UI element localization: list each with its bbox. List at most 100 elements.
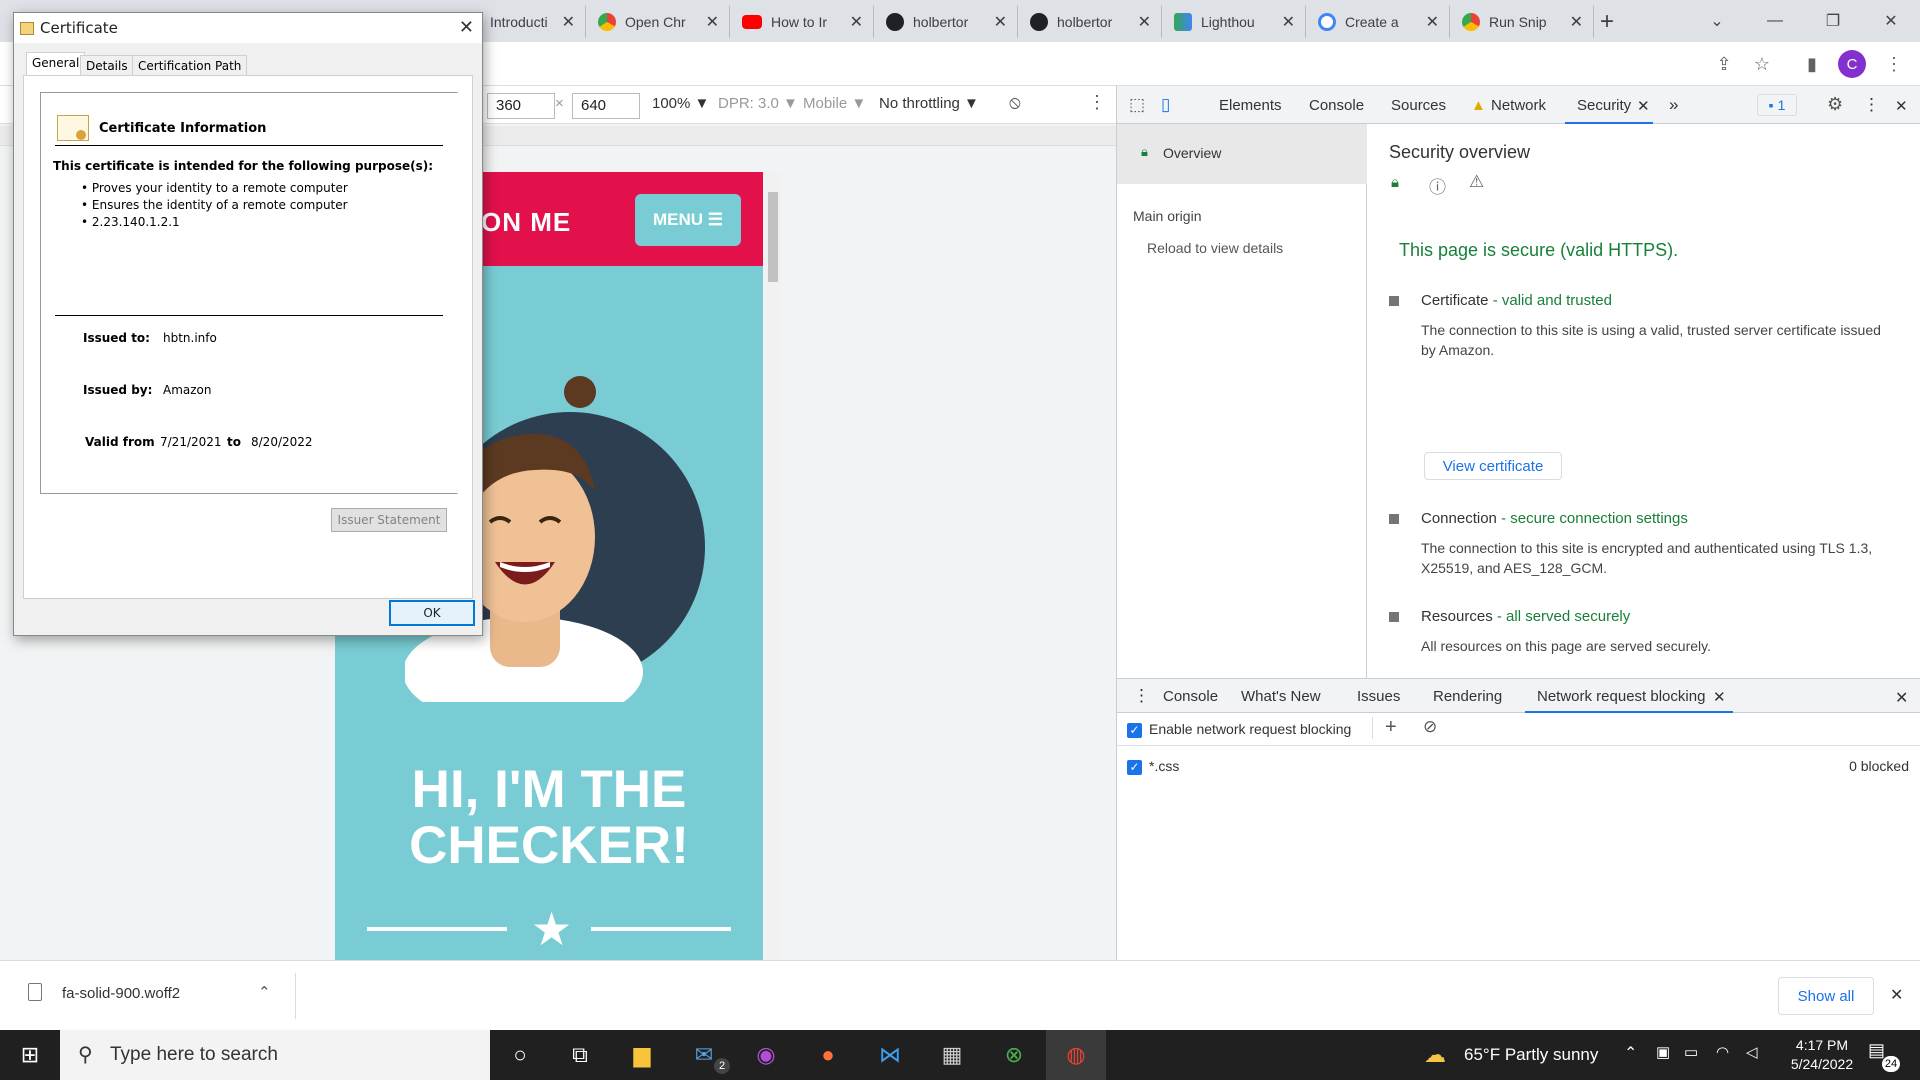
clock[interactable]: 4:17 PM 5/24/2022 xyxy=(1774,1036,1870,1074)
new-tab-icon[interactable]: + xyxy=(1600,8,1614,36)
blocking-pattern[interactable]: *.css xyxy=(1149,758,1179,774)
scroll-thumb[interactable] xyxy=(768,192,778,282)
clear-patterns-icon[interactable]: ⊘ xyxy=(1423,717,1437,737)
tab-search-icon[interactable]: ⌄ xyxy=(1688,0,1746,42)
close-tab-icon[interactable]: ✕ xyxy=(1426,12,1439,32)
browser-tab[interactable]: Run Snip ✕ xyxy=(1452,6,1594,38)
browser-tab[interactable]: Introducti ✕ xyxy=(480,6,586,38)
close-drawer-icon[interactable]: ✕ xyxy=(1895,688,1908,708)
drawer-tab-console[interactable]: Console xyxy=(1163,688,1218,705)
browser-tab[interactable]: Open Chr ✕ xyxy=(588,6,730,38)
firefox-icon[interactable]: ● xyxy=(798,1030,858,1080)
close-tab-icon[interactable]: ✕ xyxy=(1282,12,1295,32)
close-dialog-icon[interactable]: ✕ xyxy=(459,17,474,38)
connection-status[interactable]: - secure connection settings xyxy=(1501,510,1688,527)
device-height-input[interactable]: 640 xyxy=(572,93,640,119)
issuer-statement-button[interactable]: Issuer Statement xyxy=(331,508,447,532)
zoom-dropdown[interactable]: 100% ▼ xyxy=(652,95,709,112)
download-filename[interactable]: fa-solid-900.woff2 xyxy=(62,985,180,1002)
tab-console[interactable]: Console xyxy=(1309,97,1364,114)
device-mode-dropdown[interactable]: Mobile ▼ xyxy=(803,95,866,112)
dpr-dropdown[interactable]: DPR: 3.0 ▼ xyxy=(718,95,798,112)
windows-start-icon[interactable]: ⊞ xyxy=(0,1030,60,1080)
tab-details[interactable]: Details xyxy=(80,55,134,75)
tab-network[interactable]: Network xyxy=(1491,97,1546,114)
close-tab-icon[interactable]: ✕ xyxy=(1570,12,1583,32)
rotate-icon[interactable]: ⦸ xyxy=(1009,92,1021,113)
restore-icon[interactable]: ❐ xyxy=(1804,0,1862,42)
drawer-tab-issues[interactable]: Issues xyxy=(1357,688,1400,705)
page-scrollbar[interactable] xyxy=(765,172,781,960)
share-icon[interactable]: ⇪ xyxy=(1712,52,1736,76)
show-hidden-icons[interactable]: ⌃ xyxy=(1624,1043,1637,1063)
side-panel-icon[interactable]: ▮ xyxy=(1800,52,1824,76)
devtools-menu-icon[interactable]: ⋮ xyxy=(1863,95,1880,115)
device-more-icon[interactable]: ⋮ xyxy=(1088,92,1106,113)
taskbar-search[interactable]: ⚲ Type here to search xyxy=(60,1030,490,1080)
more-menu-icon[interactable]: ⋮ xyxy=(1882,52,1906,76)
enable-blocking-checkbox[interactable]: ✓ xyxy=(1127,723,1142,738)
close-tab-icon[interactable]: ✕ xyxy=(562,12,575,32)
browser-tab[interactable]: holbertor ✕ xyxy=(876,6,1018,38)
notifications-icon[interactable]: ▤ xyxy=(1868,1040,1885,1061)
ok-button[interactable]: OK xyxy=(389,600,475,626)
settings-gear-icon[interactable]: ⚙ xyxy=(1827,94,1843,115)
close-drawer-tab-icon[interactable]: ✕ xyxy=(1713,688,1726,706)
close-download-bar-icon[interactable]: ✕ xyxy=(1890,985,1903,1005)
throttling-dropdown[interactable]: No throttling ▼ xyxy=(879,95,979,112)
drawer-tab-rendering[interactable]: Rendering xyxy=(1433,688,1502,705)
drawer-tab-whats-new[interactable]: What's New xyxy=(1241,688,1321,705)
issues-counter[interactable]: ▪ 1 xyxy=(1757,94,1797,116)
warning-icon[interactable]: ⚠ xyxy=(1469,172,1484,192)
bookmark-star-icon[interactable]: ☆ xyxy=(1750,52,1774,76)
pattern-checkbox[interactable]: ✓ xyxy=(1127,760,1142,775)
chrome-taskbar-icon[interactable]: ◍ xyxy=(1046,1030,1106,1080)
cortana-icon[interactable]: ○ xyxy=(490,1030,550,1080)
close-tab-icon[interactable]: ✕ xyxy=(1637,97,1650,115)
chevron-up-icon[interactable]: ⌃ xyxy=(258,983,271,1001)
task-view-icon[interactable]: ⧉ xyxy=(550,1030,610,1080)
profile-avatar[interactable]: C xyxy=(1838,50,1866,78)
device-width-input[interactable]: 360 xyxy=(487,93,555,119)
view-certificate-button[interactable]: View certificate xyxy=(1424,452,1562,480)
vscode-icon[interactable]: ⋈ xyxy=(860,1030,920,1080)
tab-certification-path[interactable]: Certification Path xyxy=(132,55,248,75)
file-explorer-icon[interactable]: ▆ xyxy=(612,1030,672,1080)
volume-icon[interactable]: ◁ xyxy=(1746,1043,1758,1061)
browser-tab[interactable]: Lighthou ✕ xyxy=(1164,6,1306,38)
add-pattern-icon[interactable]: + xyxy=(1385,716,1397,739)
drawer-menu-icon[interactable]: ⋮ xyxy=(1133,686,1150,706)
wifi-icon[interactable]: ◠ xyxy=(1716,1043,1729,1061)
xbox-icon[interactable]: ⊗ xyxy=(984,1030,1044,1080)
weather-text[interactable]: 65°F Partly sunny xyxy=(1464,1045,1598,1065)
close-tab-icon[interactable]: ✕ xyxy=(994,12,1007,32)
close-tab-icon[interactable]: ✕ xyxy=(850,12,863,32)
tab-elements[interactable]: Elements xyxy=(1219,97,1282,114)
dialog-titlebar[interactable]: Certificate xyxy=(14,13,482,43)
browser-tab[interactable]: holbertor ✕ xyxy=(1020,6,1162,38)
info-icon[interactable]: ⓘ xyxy=(1429,173,1446,198)
close-tab-icon[interactable]: ✕ xyxy=(706,12,719,32)
minimize-icon[interactable]: — xyxy=(1746,0,1804,42)
podcast-app-icon[interactable]: ◉ xyxy=(736,1030,796,1080)
tab-general[interactable]: General xyxy=(26,52,86,76)
meet-now-icon[interactable]: ▣ xyxy=(1656,1043,1670,1061)
menu-button[interactable]: MENU ☰ xyxy=(635,194,741,246)
drawer-tab-network-request-blocking[interactable]: Network request blocking xyxy=(1537,688,1705,705)
device-toggle-icon[interactable]: ▯ xyxy=(1161,95,1170,115)
inspect-element-icon[interactable]: ⬚ xyxy=(1129,95,1145,115)
sidebar-item-overview[interactable]: 🔒︎ Overview xyxy=(1117,124,1367,184)
tab-security[interactable]: Security xyxy=(1577,97,1631,114)
browser-tab[interactable]: Create a ✕ xyxy=(1308,6,1450,38)
browser-tab[interactable]: How to Ir ✕ xyxy=(732,6,874,38)
battery-icon[interactable]: ▭ xyxy=(1684,1043,1698,1061)
reload-hint[interactable]: Reload to view details xyxy=(1147,240,1283,256)
calculator-icon[interactable]: ▦ xyxy=(922,1030,982,1080)
secure-lock-icon[interactable]: 🔒︎ xyxy=(1391,174,1399,191)
tab-sources[interactable]: Sources xyxy=(1391,97,1446,114)
close-tab-icon[interactable]: ✕ xyxy=(1138,12,1151,32)
show-all-button[interactable]: Show all xyxy=(1778,977,1874,1015)
close-devtools-icon[interactable]: ✕ xyxy=(1895,97,1908,115)
more-tabs-icon[interactable]: » xyxy=(1669,95,1678,115)
close-window-icon[interactable]: ✕ xyxy=(1862,0,1920,42)
